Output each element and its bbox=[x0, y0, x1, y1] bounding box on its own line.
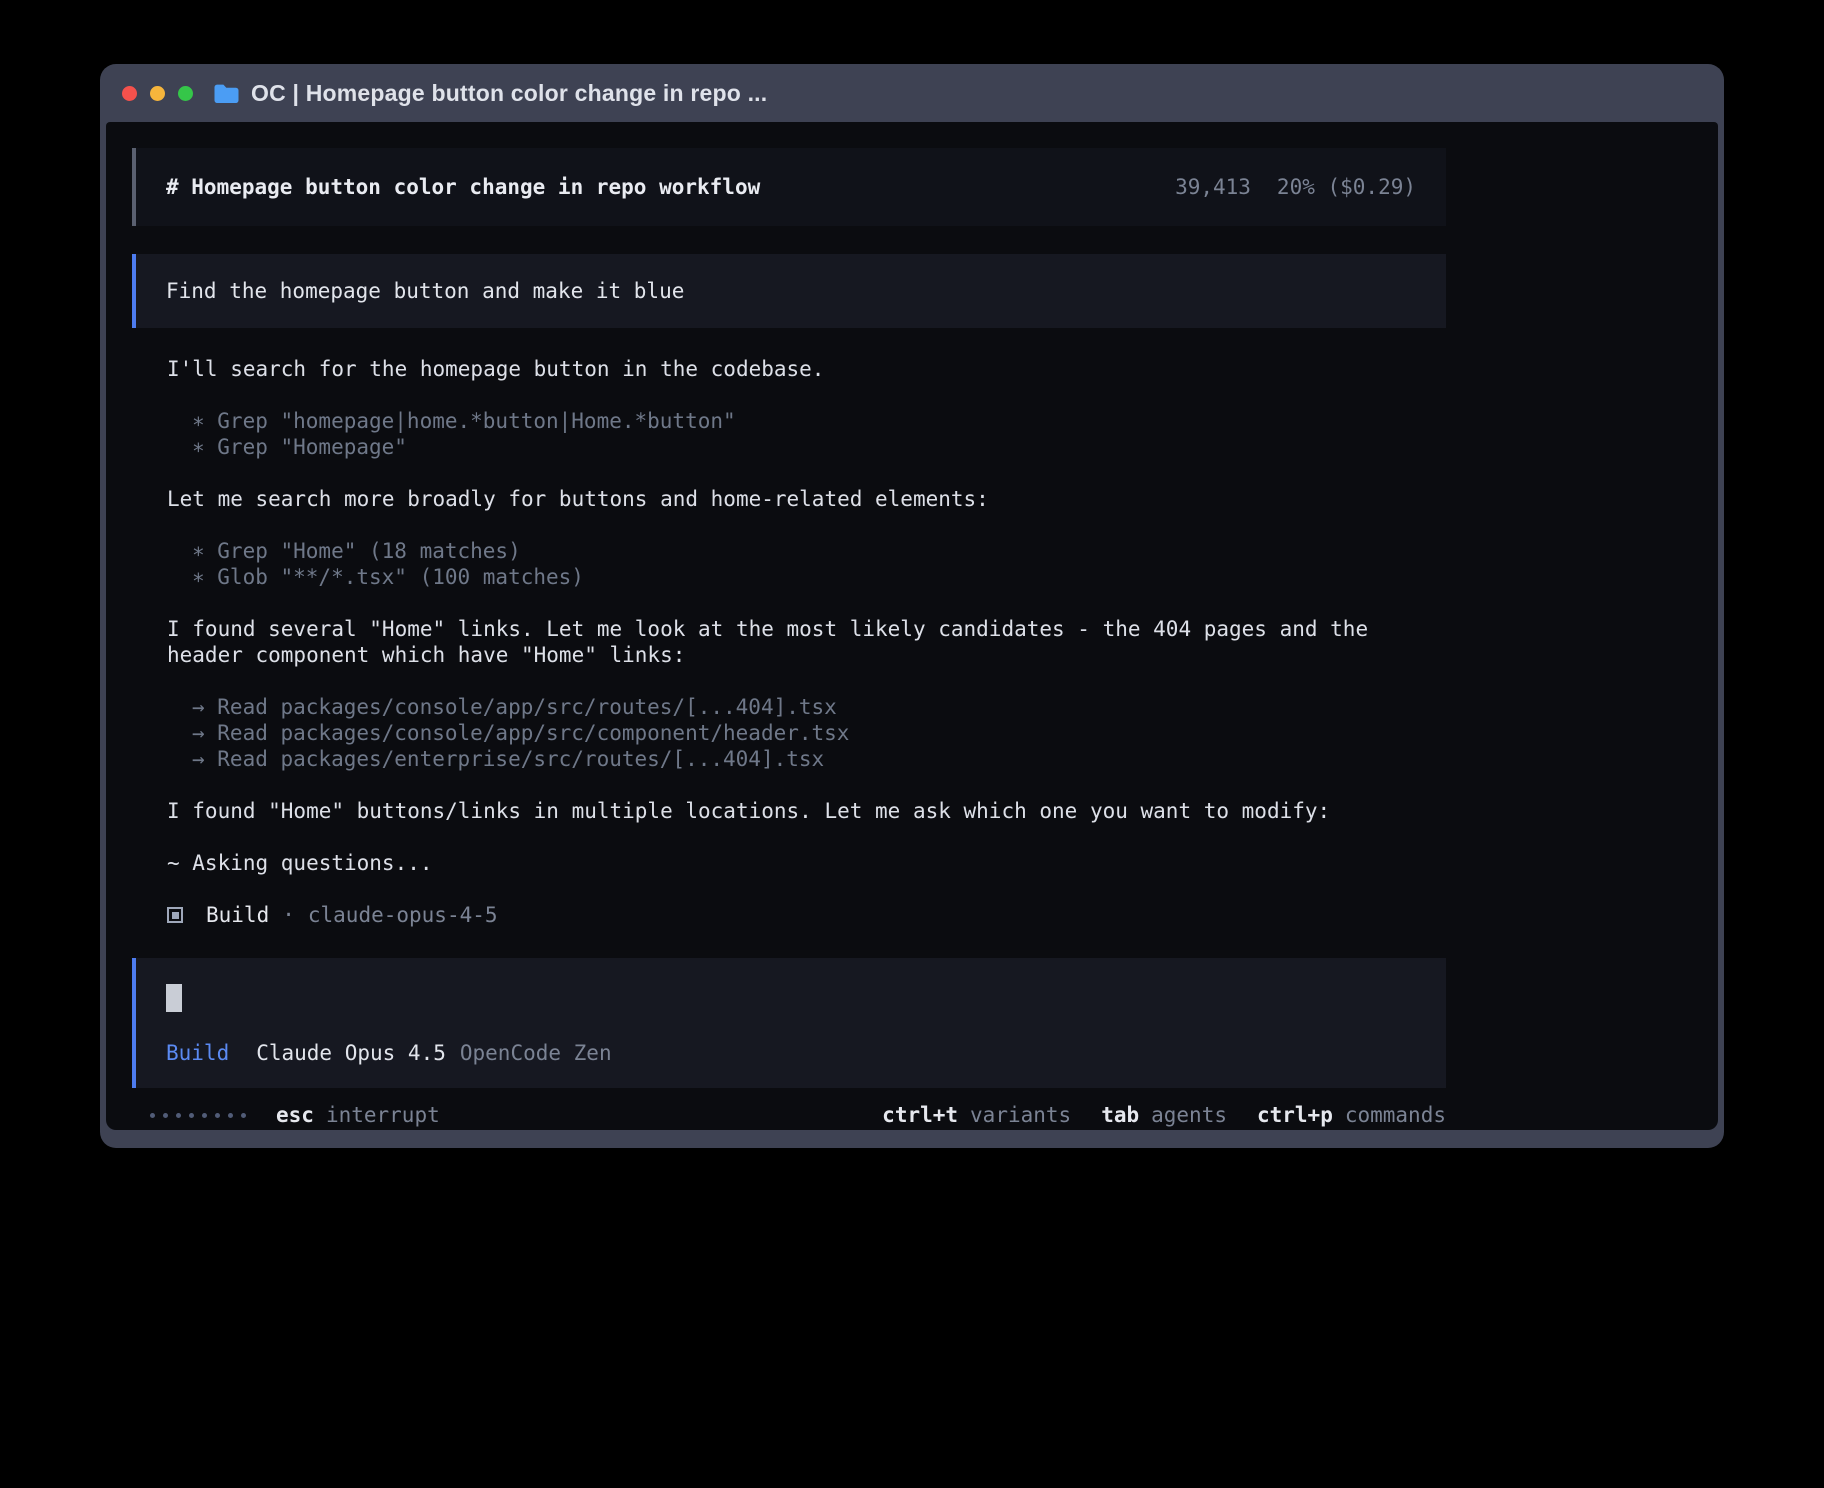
session-stats: 39,413 20% ($0.29) bbox=[1175, 174, 1416, 200]
agent-separator: · bbox=[282, 902, 295, 928]
tool-call: ∗ Grep "Home" (18 matches) bbox=[167, 538, 1446, 564]
shortcut-agents: tab agents bbox=[1101, 1102, 1227, 1128]
tool-call: → Read packages/console/app/src/routes/[… bbox=[167, 694, 1446, 720]
token-count: 39,413 bbox=[1175, 174, 1251, 200]
shortcut-commands: ctrl+p commands bbox=[1257, 1102, 1446, 1128]
session-title: # Homepage button color change in repo w… bbox=[166, 174, 760, 200]
terminal-content: # Homepage button color change in repo w… bbox=[106, 122, 1718, 1130]
status-message: ~ Asking questions... bbox=[167, 850, 1446, 876]
assistant-message: I found "Home" buttons/links in multiple… bbox=[167, 798, 1446, 824]
interrupt-label: interrupt bbox=[326, 1102, 440, 1128]
window-titlebar[interactable]: OC | Homepage button color change in rep… bbox=[100, 64, 1724, 122]
assistant-message: I found several "Home" links. Let me loo… bbox=[167, 616, 1446, 668]
user-message: Find the homepage button and make it blu… bbox=[132, 254, 1446, 328]
mode-label[interactable]: Build bbox=[166, 1040, 229, 1066]
shortcut-variants: ctrl+t variants bbox=[882, 1102, 1071, 1128]
input-mode-row: Build Claude Opus 4.5 OpenCode Zen bbox=[166, 1040, 1416, 1066]
user-message-text: Find the homepage button and make it blu… bbox=[166, 279, 684, 303]
tool-call: ∗ Grep "Homepage" bbox=[167, 434, 1446, 460]
assistant-response: I'll search for the homepage button in t… bbox=[132, 356, 1446, 876]
assistant-message: I'll search for the homepage button in t… bbox=[167, 356, 1446, 382]
tool-call: → Read packages/console/app/src/componen… bbox=[167, 720, 1446, 746]
zoom-button[interactable] bbox=[178, 86, 193, 101]
tool-call: → Read packages/enterprise/src/routes/[.… bbox=[167, 746, 1446, 772]
window-title: OC | Homepage button color change in rep… bbox=[251, 80, 767, 107]
spinner-dots-icon bbox=[150, 1113, 246, 1118]
traffic-lights bbox=[122, 86, 193, 101]
assistant-message: Let me search more broadly for buttons a… bbox=[167, 486, 1446, 512]
status-bar-right: ctrl+t variants tab agents ctrl+p comman… bbox=[882, 1102, 1446, 1128]
interrupt-key: esc bbox=[276, 1102, 314, 1128]
session-header: # Homepage button color change in repo w… bbox=[132, 148, 1446, 226]
tui-column: # Homepage button color change in repo w… bbox=[106, 122, 1446, 1128]
agent-icon bbox=[167, 907, 183, 923]
text-cursor bbox=[166, 984, 182, 1012]
status-bar: esc interrupt ctrl+t variants tab agents… bbox=[132, 1102, 1446, 1128]
folder-icon bbox=[213, 83, 240, 104]
agent-status-line: Build · claude-opus-4-5 bbox=[132, 902, 1446, 928]
provider-label: OpenCode Zen bbox=[460, 1040, 612, 1066]
close-button[interactable] bbox=[122, 86, 137, 101]
model-label[interactable]: Claude Opus 4.5 bbox=[256, 1040, 446, 1066]
tool-call: ∗ Grep "homepage|home.*button|Home.*butt… bbox=[167, 408, 1446, 434]
terminal-window: OC | Homepage button color change in rep… bbox=[100, 64, 1724, 1148]
tool-call: ∗ Glob "**/*.tsx" (100 matches) bbox=[167, 564, 1446, 590]
minimize-button[interactable] bbox=[150, 86, 165, 101]
agent-model: claude-opus-4-5 bbox=[308, 902, 498, 928]
context-cost: 20% ($0.29) bbox=[1277, 174, 1416, 200]
agent-name: Build bbox=[206, 902, 269, 928]
status-bar-left: esc interrupt bbox=[150, 1102, 440, 1128]
prompt-input[interactable]: Build Claude Opus 4.5 OpenCode Zen bbox=[132, 958, 1446, 1088]
